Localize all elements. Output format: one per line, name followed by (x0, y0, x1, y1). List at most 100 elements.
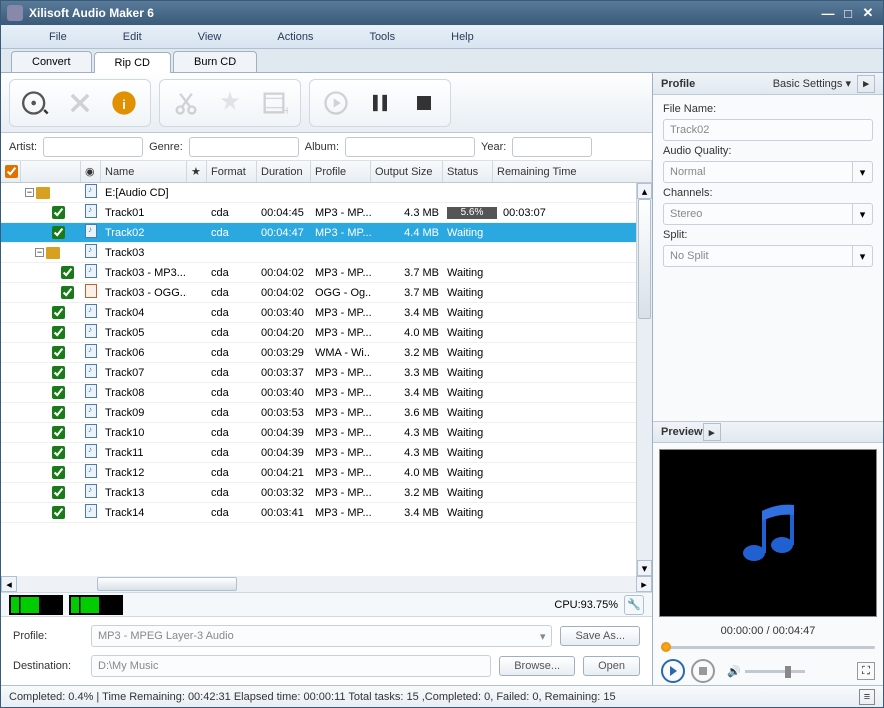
effects-button[interactable] (212, 85, 248, 121)
table-row[interactable]: − Track03 (1, 243, 636, 263)
preview-expand-icon[interactable]: ▸ (703, 423, 721, 441)
split-dropdown-icon[interactable]: ▾ (853, 245, 873, 267)
snapshot-button[interactable]: ⛶ (857, 662, 875, 680)
table-row[interactable]: Track05 cda 00:04:20 MP3 - MP... 4.0 MB … (1, 323, 636, 343)
row-check[interactable] (52, 426, 65, 439)
scroll-left-icon[interactable]: ◂ (1, 576, 17, 592)
table-row[interactable]: Track11 cda 00:04:39 MP3 - MP... 4.3 MB … (1, 443, 636, 463)
table-row[interactable]: Track13 cda 00:03:32 MP3 - MP... 3.2 MB … (1, 483, 636, 503)
table-row[interactable]: Track02 cda 00:04:47 MP3 - MP... 4.4 MB … (1, 223, 636, 243)
browse-button[interactable]: Browse... (499, 656, 575, 676)
cut-button[interactable] (168, 85, 204, 121)
table-row[interactable]: Track01 cda 00:04:45 MP3 - MP... 4.3 MB … (1, 203, 636, 223)
row-check[interactable] (61, 286, 74, 299)
menu-edit[interactable]: Edit (95, 31, 170, 43)
row-check[interactable] (61, 266, 74, 279)
row-check[interactable] (52, 326, 65, 339)
open-button[interactable]: Open (583, 656, 640, 676)
preview-stop-button[interactable] (691, 659, 715, 683)
header-format[interactable]: Format (207, 161, 257, 182)
delete-button[interactable] (62, 85, 98, 121)
tab-convert[interactable]: Convert (11, 51, 92, 72)
quality-dropdown-icon[interactable]: ▾ (853, 161, 873, 183)
row-check[interactable] (52, 406, 65, 419)
vscroll-thumb[interactable] (638, 199, 651, 319)
pause-button[interactable] (362, 85, 398, 121)
collapse-icon[interactable]: − (35, 248, 44, 257)
tab-rip-cd[interactable]: Rip CD (94, 52, 171, 73)
table-row[interactable]: Track03 - OGG... cda 00:04:02 OGG - Og..… (1, 283, 636, 303)
header-remaining[interactable]: Remaining Time (493, 161, 652, 182)
row-check[interactable] (52, 506, 65, 519)
header-name[interactable]: Name (101, 161, 187, 182)
minimize-button[interactable]: — (819, 5, 837, 21)
header-status[interactable]: Status (443, 161, 493, 182)
volume-icon[interactable]: 🔊 (727, 665, 741, 678)
preview-play-button[interactable] (661, 659, 685, 683)
volume-knob[interactable] (785, 666, 791, 678)
table-row[interactable]: Track09 cda 00:03:53 MP3 - MP... 3.6 MB … (1, 403, 636, 423)
preview-slider[interactable] (661, 643, 875, 651)
menu-view[interactable]: View (170, 31, 250, 43)
table-row[interactable]: Track04 cda 00:03:40 MP3 - MP... 3.4 MB … (1, 303, 636, 323)
row-check[interactable] (52, 346, 65, 359)
menu-file[interactable]: File (21, 31, 95, 43)
menu-help[interactable]: Help (423, 31, 502, 43)
table-row[interactable]: Track10 cda 00:04:39 MP3 - MP... 4.3 MB … (1, 423, 636, 443)
clip-button[interactable]: + (256, 85, 292, 121)
channels-select[interactable]: Stereo (663, 203, 853, 225)
profile-select[interactable]: MP3 - MPEG Layer-3 Audio▾ (91, 625, 552, 647)
year-input[interactable] (512, 137, 592, 157)
tab-burn-cd[interactable]: Burn CD (173, 51, 257, 72)
channels-dropdown-icon[interactable]: ▾ (853, 203, 873, 225)
genre-input[interactable] (189, 137, 299, 157)
maximize-button[interactable]: □ (839, 5, 857, 21)
scroll-down-icon[interactable]: ▾ (637, 560, 652, 576)
header-profile[interactable]: Profile (311, 161, 371, 182)
menu-tools[interactable]: Tools (341, 31, 423, 43)
settings-wrench-button[interactable]: 🔧 (624, 595, 644, 615)
horizontal-scrollbar[interactable]: ◂ ▸ (1, 576, 652, 592)
header-outputsize[interactable]: Output Size (371, 161, 443, 182)
scroll-up-icon[interactable]: ▴ (637, 183, 652, 199)
split-select[interactable]: No Split (663, 245, 853, 267)
header-duration[interactable]: Duration (257, 161, 311, 182)
table-row[interactable]: Track14 cda 00:03:41 MP3 - MP... 3.4 MB … (1, 503, 636, 523)
table-row[interactable]: Track03 - MP3... cda 00:04:02 MP3 - MP..… (1, 263, 636, 283)
hscroll-thumb[interactable] (97, 577, 237, 591)
rip-button[interactable] (318, 85, 354, 121)
row-check[interactable] (52, 386, 65, 399)
menu-actions[interactable]: Actions (249, 31, 341, 43)
collapse-icon[interactable]: − (25, 188, 34, 197)
scroll-right-icon[interactable]: ▸ (636, 576, 652, 592)
saveas-button[interactable]: Save As... (560, 626, 640, 646)
info-button[interactable]: i (106, 85, 142, 121)
status-icon[interactable]: ≡ (859, 689, 875, 705)
table-row[interactable]: Track12 cda 00:04:21 MP3 - MP... 4.0 MB … (1, 463, 636, 483)
album-input[interactable] (345, 137, 475, 157)
close-button[interactable]: ✕ (859, 5, 877, 21)
row-check[interactable] (52, 446, 65, 459)
table-row[interactable]: Track08 cda 00:03:40 MP3 - MP... 3.4 MB … (1, 383, 636, 403)
quality-select[interactable]: Normal (663, 161, 853, 183)
disc-button[interactable] (18, 85, 54, 121)
row-check[interactable] (52, 226, 65, 239)
root-row[interactable]: − E:[Audio CD] (1, 183, 636, 203)
check-all[interactable] (5, 165, 18, 178)
row-check[interactable] (52, 206, 65, 219)
expand-panel-icon[interactable]: ▸ (857, 75, 875, 93)
destination-input[interactable]: D:\My Music (91, 655, 491, 677)
vertical-scrollbar[interactable]: ▴ ▾ (636, 183, 652, 576)
volume-slider[interactable] (745, 670, 805, 673)
row-check[interactable] (52, 366, 65, 379)
table-row[interactable]: Track06 cda 00:03:29 WMA - Wi... 3.2 MB … (1, 343, 636, 363)
stop-button[interactable] (406, 85, 442, 121)
row-check[interactable] (52, 466, 65, 479)
table-row[interactable]: Track07 cda 00:03:37 MP3 - MP... 3.3 MB … (1, 363, 636, 383)
filename-input[interactable] (663, 119, 873, 141)
slider-knob[interactable] (661, 642, 671, 652)
artist-input[interactable] (43, 137, 143, 157)
row-check[interactable] (52, 306, 65, 319)
row-check[interactable] (52, 486, 65, 499)
basic-settings-dropdown[interactable]: Basic Settings ▾ (773, 77, 851, 90)
